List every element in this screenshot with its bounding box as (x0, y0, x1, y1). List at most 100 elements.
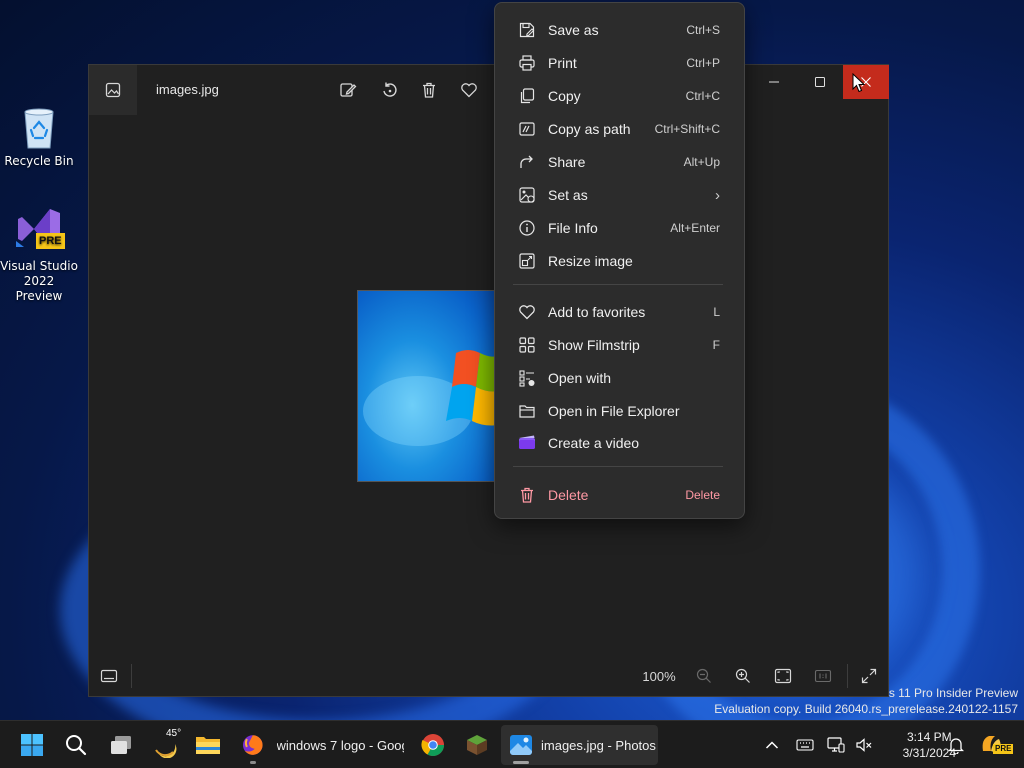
zoom-out-button[interactable] (691, 663, 717, 689)
desktop-icon-recycle-bin[interactable]: Recycle Bin (0, 106, 79, 169)
filmstrip-toggle-button[interactable] (97, 663, 121, 689)
menu-item-file-info[interactable]: File Info Alt+Enter (499, 213, 740, 243)
video-icon (517, 433, 537, 453)
windows-start-icon (21, 734, 43, 756)
edit-button[interactable] (334, 77, 362, 103)
menu-item-share[interactable]: Share Alt+Up (499, 147, 740, 177)
show-hidden-icons-button[interactable] (757, 729, 787, 761)
print-icon (517, 53, 537, 73)
copy-icon (517, 86, 537, 106)
keyboard-tray-button[interactable] (790, 729, 820, 761)
menu-item-label: Copy (548, 88, 581, 104)
menu-item-copy-as-path[interactable]: Copy as path Ctrl+Shift+C (499, 114, 740, 144)
toolbar-divider (131, 664, 132, 688)
menu-item-print[interactable]: Print Ctrl+P (499, 48, 740, 78)
copilot-preview-badge: PRE (993, 744, 1014, 754)
firefox-icon (242, 735, 263, 755)
network-tray-button[interactable] (821, 729, 851, 761)
zoom-level[interactable]: 100% (637, 663, 681, 689)
menu-item-show-filmstrip[interactable]: Show Filmstrip F (499, 330, 740, 360)
delete-button[interactable] (415, 77, 443, 103)
gallery-button[interactable] (89, 65, 137, 115)
menu-item-open-with[interactable]: Open with (499, 363, 740, 393)
menu-item-open-in-file-explorer[interactable]: Open in File Explorer (499, 396, 740, 426)
running-indicator (250, 761, 256, 764)
keyboard-icon (796, 739, 814, 751)
close-button[interactable] (843, 65, 889, 99)
menu-item-label: Open in File Explorer (548, 403, 680, 419)
task-view-button[interactable] (105, 729, 137, 761)
minecraft-button[interactable] (461, 729, 493, 761)
menu-item-create-a-video[interactable]: Create a video (499, 428, 740, 458)
filmstrip-grid-icon (517, 335, 537, 355)
maximize-button[interactable] (797, 65, 843, 99)
menu-item-label: File Info (548, 220, 598, 236)
menu-item-resize-image[interactable]: Resize image (499, 246, 740, 276)
menu-item-shortcut: L (713, 305, 720, 319)
taskbar-app-label: windows 7 logo - Googl (276, 737, 404, 753)
menu-item-label: Show Filmstrip (548, 337, 640, 353)
chrome-button[interactable] (417, 729, 449, 761)
menu-item-delete[interactable]: Delete Delete (499, 480, 740, 510)
file-explorer-icon (196, 737, 220, 754)
menu-item-label: Delete (548, 487, 589, 503)
menu-item-label: Share (548, 154, 586, 170)
volume-tray-button[interactable] (849, 729, 879, 761)
taskbar-app-label: images.jpg - Photos (541, 737, 656, 753)
menu-item-shortcut: Ctrl+S (686, 23, 720, 37)
search-button[interactable] (60, 729, 92, 761)
notifications-button[interactable] (941, 729, 971, 761)
maximize-icon (815, 77, 825, 87)
share-icon (517, 152, 537, 172)
zoom-out-icon (696, 668, 711, 683)
recycle-bin-icon (21, 106, 57, 150)
info-icon (517, 218, 537, 238)
menu-item-shortcut: Delete (685, 488, 720, 502)
minimize-button[interactable] (751, 65, 797, 99)
copy-path-icon (517, 119, 537, 139)
desktop-icon-label: Recycle Bin (4, 154, 74, 168)
taskbar-app-photos[interactable]: images.jpg - Photos (501, 725, 658, 765)
zoom-in-button[interactable] (730, 663, 756, 689)
menu-item-add-to-favorites[interactable]: Add to favorites L (499, 297, 740, 327)
submenu-chevron: › (715, 186, 720, 204)
context-menu: Save as Ctrl+S Print Ctrl+P Copy Ctrl+C … (494, 2, 745, 519)
favorite-icon (461, 83, 477, 98)
windows-logo-image (363, 350, 494, 446)
menu-item-copy[interactable]: Copy Ctrl+C (499, 81, 740, 111)
menu-item-label: Open with (548, 370, 612, 386)
menu-item-label: Copy as path (548, 121, 631, 137)
copilot-button[interactable]: PRE (976, 729, 1014, 761)
search-icon (66, 735, 87, 756)
menu-item-label: Add to favorites (548, 304, 646, 320)
menu-item-shortcut: Ctrl+C (685, 89, 720, 103)
desktop-icon-visual-studio[interactable]: PRE Visual Studio 2022 Preview (0, 203, 79, 304)
file-explorer-button[interactable] (192, 729, 224, 761)
rotate-button[interactable] (375, 77, 403, 103)
gallery-icon (105, 82, 121, 98)
actual-size-button[interactable] (810, 663, 836, 689)
filmstrip-icon (100, 669, 118, 683)
active-indicator (513, 761, 529, 764)
bottom-toolbar: 100% (89, 656, 888, 696)
favorite-button[interactable] (455, 77, 483, 103)
menu-separator (513, 284, 723, 285)
toolbar-divider (847, 664, 848, 688)
rotate-icon (383, 82, 397, 97)
photo-canvas[interactable] (357, 290, 495, 482)
edit-icon (340, 83, 357, 97)
fullscreen-button[interactable] (856, 663, 882, 689)
menu-item-shortcut: F (712, 338, 720, 352)
watermark-line2: Evaluation copy. Build 26040.rs_prerelea… (714, 702, 1018, 716)
photos-window: images.jpg 100% (88, 64, 889, 697)
task-view-icon (111, 736, 131, 754)
fit-to-window-button[interactable] (770, 663, 796, 689)
menu-item-label: Set as (548, 187, 588, 203)
menu-item-shortcut: Ctrl+P (686, 56, 720, 70)
menu-item-set-as[interactable]: Set as › (499, 180, 740, 210)
menu-item-label: Resize image (548, 253, 633, 269)
menu-item-save-as[interactable]: Save as Ctrl+S (499, 15, 740, 45)
start-button[interactable] (16, 729, 48, 761)
taskbar-app-firefox[interactable]: windows 7 logo - Googl (236, 725, 404, 765)
grass-block-icon (467, 735, 487, 755)
